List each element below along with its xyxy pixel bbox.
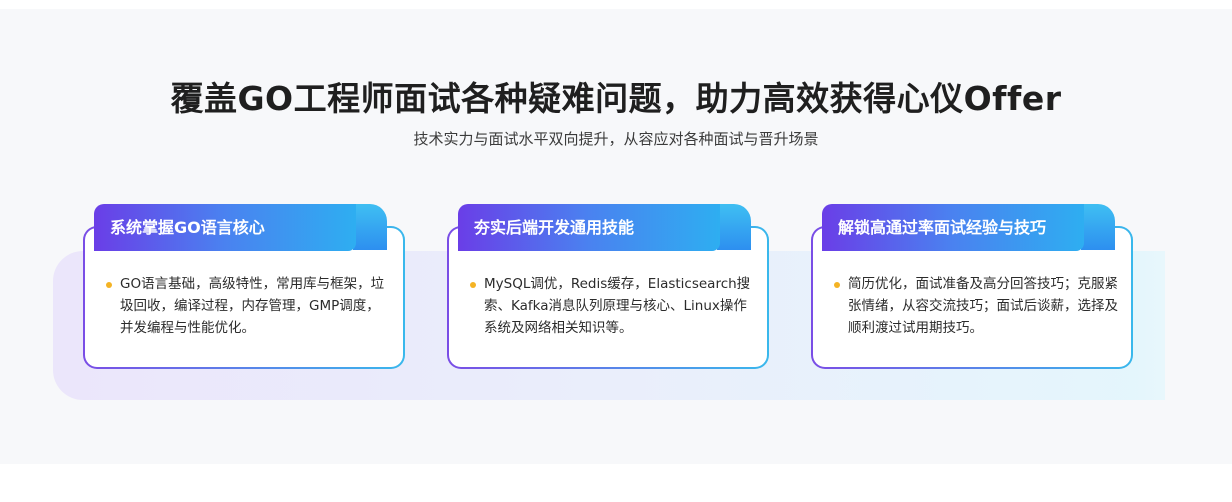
tab-curl-decoration <box>717 204 751 250</box>
feature-card-title: 系统掌握GO语言核心 <box>94 204 356 251</box>
feature-card-title: 解锁高通过率面试经验与技巧 <box>822 204 1084 251</box>
page-subtitle: 技术实力与面试水平双向提升，从容应对各种面试与晋升场景 <box>413 130 819 148</box>
bullet-dot-icon <box>470 282 476 288</box>
feature-card-description: GO语言基础，高级特性，常用库与框架，垃圾回收，编译过程，内存管理，GMP调度，… <box>120 276 385 336</box>
page-title: 覆盖GO工程师面试各种疑难问题，助力高效获得心仪Offer <box>170 79 1062 118</box>
feature-card-description: 简历优化，面试准备及高分回答技巧；克服紧张情绪，从容交流技巧；面试后谈薪，选择及… <box>848 276 1118 336</box>
feature-card-title: 夯实后端开发通用技能 <box>458 204 720 251</box>
feature-card-description: MySQL调优，Redis缓存，Elasticsearch搜索、Kafka消息队… <box>484 276 751 336</box>
tab-curl-decoration <box>1081 204 1115 250</box>
tab-curl-decoration <box>353 204 387 250</box>
bullet-dot-icon <box>834 282 840 288</box>
bullet-dot-icon <box>106 282 112 288</box>
